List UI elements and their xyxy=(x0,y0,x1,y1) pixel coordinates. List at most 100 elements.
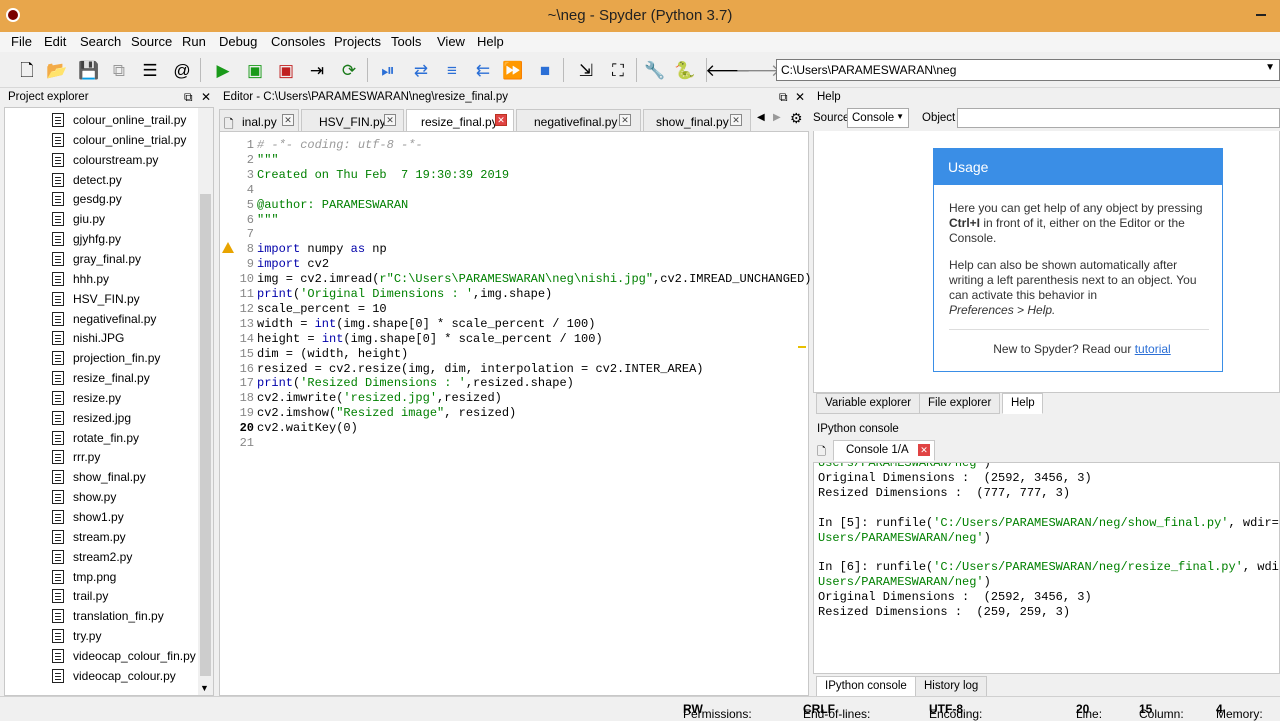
close-icon[interactable]: ✕ xyxy=(384,114,396,126)
tab-negativefinal[interactable]: negativefinal.py ✕ xyxy=(516,109,641,131)
explorer-scrollbar[interactable]: ▼ xyxy=(198,108,213,695)
explorer-scrollbar-thumb[interactable] xyxy=(200,194,211,676)
file-item[interactable]: colourstream.py xyxy=(5,150,200,170)
tab-hsv-fin[interactable]: HSV_FIN.py ✕ xyxy=(301,109,404,131)
code-line[interactable]: @author: PARAMESWARAN xyxy=(257,198,408,212)
code-line[interactable]: cv2.imwrite('resized.jpg',resized) xyxy=(257,391,502,405)
file-item[interactable]: nishi.JPG xyxy=(5,328,200,348)
menu-projects[interactable]: Projects xyxy=(334,34,381,49)
chevron-down-icon[interactable]: ▼ xyxy=(1265,62,1275,73)
fullscreen-icon[interactable]: ⛶ xyxy=(606,58,630,82)
tab-inal[interactable]: 🗋 inal.py ✕ xyxy=(219,109,299,131)
menu-edit[interactable]: Edit xyxy=(44,34,66,49)
code-line[interactable]: cv2.imshow("Resized image", resized) xyxy=(257,406,516,420)
menu-view[interactable]: View xyxy=(437,34,465,49)
source-select[interactable]: Console ▼ xyxy=(847,108,909,128)
file-item[interactable]: negativefinal.py xyxy=(5,309,200,329)
file-item[interactable]: show.py xyxy=(5,487,200,507)
file-item[interactable]: gjyhfg.py xyxy=(5,229,200,249)
close-icon[interactable]: ✕ xyxy=(201,90,211,104)
file-item[interactable]: resize.py xyxy=(5,388,200,408)
tab-file-explorer[interactable]: File explorer xyxy=(919,393,1001,414)
undock-icon[interactable]: ⧉ xyxy=(184,90,193,105)
tab-show-final[interactable]: show_final.py ✕ xyxy=(643,109,751,131)
menu-tools[interactable]: Tools xyxy=(391,34,421,49)
code-line[interactable]: """ xyxy=(257,213,279,227)
file-item[interactable]: detect.py xyxy=(5,170,200,190)
step-into-icon[interactable]: ≡ xyxy=(440,58,464,82)
python-path-icon[interactable]: 🐍 xyxy=(673,58,697,82)
close-icon[interactable]: ✕ xyxy=(795,90,805,104)
run-selection-icon[interactable]: ⇥ xyxy=(305,58,329,82)
tutorial-link[interactable]: tutorial xyxy=(1135,342,1171,356)
file-item[interactable]: rrr.py xyxy=(5,447,200,467)
code-line[interactable]: import cv2 xyxy=(257,257,329,271)
file-item[interactable]: gesdg.py xyxy=(5,189,200,209)
tab-scroll-left-icon[interactable]: ◀ xyxy=(757,112,765,123)
tab-help[interactable]: Help xyxy=(1002,393,1043,414)
file-item[interactable]: tmp.png xyxy=(5,567,200,587)
file-item[interactable]: show1.py xyxy=(5,507,200,527)
code-line[interactable]: height = int(img.shape[0] * scale_percen… xyxy=(257,332,603,346)
save-all-icon[interactable]: ⧉ xyxy=(107,58,131,82)
file-item[interactable]: stream.py xyxy=(5,527,200,547)
menu-file[interactable]: File xyxy=(11,34,32,49)
menu-debug[interactable]: Debug xyxy=(219,34,257,49)
file-item[interactable]: videocap_colour.py xyxy=(5,666,200,686)
close-icon[interactable]: ✕ xyxy=(918,444,930,456)
chevron-down-icon[interactable]: ▼ xyxy=(200,683,209,693)
gear-icon[interactable]: ⚙ xyxy=(790,110,803,127)
run-cell-advance-icon[interactable]: ▣ xyxy=(274,58,298,82)
file-item[interactable]: colour_online_trail.py xyxy=(5,110,200,130)
continue-icon[interactable]: ⏩ xyxy=(501,58,525,82)
code-line[interactable]: cv2.waitKey(0) xyxy=(257,421,358,435)
close-icon[interactable]: ✕ xyxy=(495,114,507,126)
run-cell-icon[interactable]: ▣ xyxy=(243,58,267,82)
undock-icon[interactable]: ⧉ xyxy=(779,90,788,105)
working-directory-combo[interactable]: C:\Users\PARAMESWARAN\neg ▼ xyxy=(776,59,1280,81)
tab-scroll-right-icon[interactable]: ▶ xyxy=(773,112,781,123)
code-line[interactable]: # -*- coding: utf-8 -*- xyxy=(257,138,423,152)
code-line[interactable]: Created on Thu Feb 7 19:30:39 2019 xyxy=(257,168,509,182)
code-line[interactable]: scale_percent = 10 xyxy=(257,302,387,316)
tab-ipython-console[interactable]: IPython console xyxy=(816,676,916,697)
file-item[interactable]: try.py xyxy=(5,626,200,646)
options-icon[interactable]: 🗋 xyxy=(817,443,826,462)
code-line[interactable]: resized = cv2.resize(img, dim, interpola… xyxy=(257,362,703,376)
run-icon[interactable]: ▶ xyxy=(211,58,235,82)
file-item[interactable]: videocap_colour_fin.py xyxy=(5,646,200,666)
menu-run[interactable]: Run xyxy=(182,34,206,49)
chevron-down-icon[interactable]: ▼ xyxy=(896,112,904,121)
tab-history-log[interactable]: History log xyxy=(915,676,988,697)
debug-icon[interactable]: ⏯ xyxy=(376,58,400,82)
file-item[interactable]: translation_fin.py xyxy=(5,606,200,626)
close-icon[interactable]: ✕ xyxy=(282,114,294,126)
object-input[interactable] xyxy=(957,108,1280,128)
code-line[interactable]: width = int(img.shape[0] * scale_percent… xyxy=(257,317,595,331)
ipython-console-output[interactable]: Users/PARAMESWARAN/neg') Original Dimensi… xyxy=(813,462,1280,674)
step-return-icon[interactable]: ⇇ xyxy=(471,58,495,82)
file-item[interactable]: trail.py xyxy=(5,586,200,606)
file-item[interactable]: HSV_FIN.py xyxy=(5,289,200,309)
code-editor[interactable]: 1 # -*- coding: utf-8 -*- 2 """ 3 Created on … xyxy=(219,131,812,696)
code-line[interactable]: print('Resized Dimensions : ',resized.sh… xyxy=(257,376,574,390)
open-file-icon[interactable]: 📂 xyxy=(45,58,69,82)
code-line[interactable]: dim = (width, height) xyxy=(257,347,408,361)
code-line[interactable]: """ xyxy=(257,153,279,167)
file-item[interactable]: rotate_fin.py xyxy=(5,428,200,448)
forward-arrow-icon[interactable]: 🡒 xyxy=(735,58,781,82)
tab-variable-explorer[interactable]: Variable explorer xyxy=(816,393,921,414)
tab-resize-final[interactable]: resize_final.py ✕ xyxy=(406,109,514,131)
file-item[interactable]: gray_final.py xyxy=(5,249,200,269)
menu-consoles[interactable]: Consoles xyxy=(271,34,325,49)
tab-console-1a[interactable]: Console 1/A ✕ xyxy=(833,440,935,461)
list-icon[interactable]: ☰ xyxy=(138,58,162,82)
file-item[interactable]: hhh.py xyxy=(5,269,200,289)
new-file-icon[interactable]: 🗋 xyxy=(15,58,39,82)
minimize-icon[interactable] xyxy=(1256,14,1266,16)
menu-source[interactable]: Source xyxy=(131,34,172,49)
file-item[interactable]: giu.py xyxy=(5,209,200,229)
stop-debug-icon[interactable]: ■ xyxy=(533,58,557,82)
file-item[interactable]: projection_fin.py xyxy=(5,348,200,368)
file-item[interactable]: resize_final.py xyxy=(5,368,200,388)
